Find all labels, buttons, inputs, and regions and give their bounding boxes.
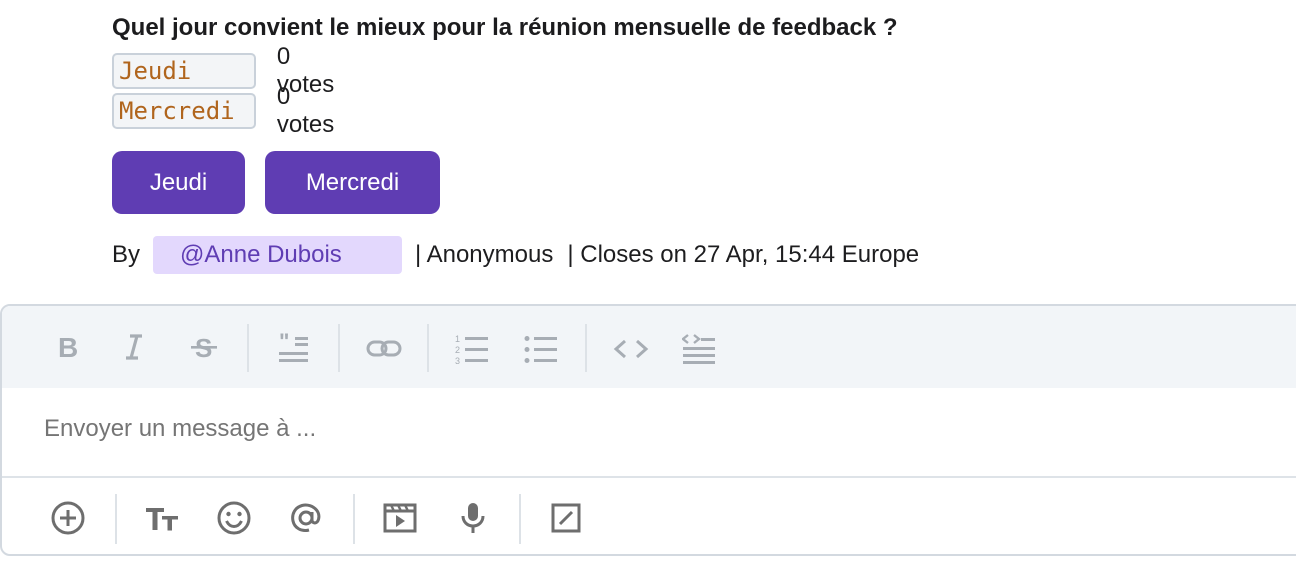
- formatting-toolbar: B S " 123: [2, 306, 1296, 388]
- code-icon[interactable]: [609, 327, 653, 371]
- message-composer: B S " 123: [0, 304, 1296, 556]
- toolbar-separator: [338, 324, 340, 372]
- strikethrough-icon[interactable]: S: [182, 325, 226, 369]
- add-icon[interactable]: [46, 496, 90, 540]
- emoji-icon[interactable]: [212, 496, 256, 540]
- slash-command-icon[interactable]: [544, 496, 588, 540]
- vote-mercredi-button[interactable]: Mercredi: [265, 151, 440, 214]
- svg-text:": ": [279, 333, 289, 354]
- code-block-icon[interactable]: [677, 327, 721, 371]
- mention-icon[interactable]: [284, 496, 328, 540]
- toolbar-separator: [115, 494, 117, 544]
- poll-question: Quel jour convient le mieux pour la réun…: [112, 14, 898, 41]
- toolbar-separator: [353, 494, 355, 544]
- bullet-list-icon[interactable]: [519, 327, 563, 371]
- italic-icon[interactable]: [112, 325, 156, 369]
- heading-icon[interactable]: ": [272, 327, 316, 371]
- toolbar-separator: [427, 324, 429, 372]
- poll-meta: By @Anne Dubois | Anonymous | Closes on …: [112, 236, 919, 274]
- toolbar-separator: [247, 324, 249, 372]
- microphone-icon[interactable]: [451, 496, 495, 540]
- text-format-icon[interactable]: [140, 496, 184, 540]
- poll-option-label: Mercredi: [112, 93, 256, 129]
- author-mention[interactable]: @Anne Dubois: [153, 236, 403, 274]
- toolbar-separator: [519, 494, 521, 544]
- svg-text:2: 2: [455, 345, 460, 355]
- poll-option-label: Jeudi: [112, 53, 256, 89]
- bold-icon[interactable]: B: [46, 325, 90, 369]
- poll-option-votes: 0 votes: [276, 83, 335, 138]
- toolbar-separator: [585, 324, 587, 372]
- vote-jeudi-button[interactable]: Jeudi: [112, 151, 245, 214]
- gif-icon[interactable]: [378, 496, 422, 540]
- message-input[interactable]: [42, 414, 1046, 444]
- svg-text:B: B: [58, 333, 78, 361]
- link-icon[interactable]: [362, 327, 406, 371]
- anonymous-label: | Anonymous: [415, 241, 554, 268]
- poll-option-row: Mercredi 0 votes: [112, 83, 347, 138]
- svg-text:1: 1: [455, 334, 460, 344]
- ordered-list-icon[interactable]: 123: [450, 327, 494, 371]
- by-label: By: [112, 241, 141, 268]
- svg-text:3: 3: [455, 356, 460, 365]
- composer-divider: [2, 476, 1296, 478]
- closes-label: | Closes on 27 Apr, 15:44 Europe: [567, 241, 920, 268]
